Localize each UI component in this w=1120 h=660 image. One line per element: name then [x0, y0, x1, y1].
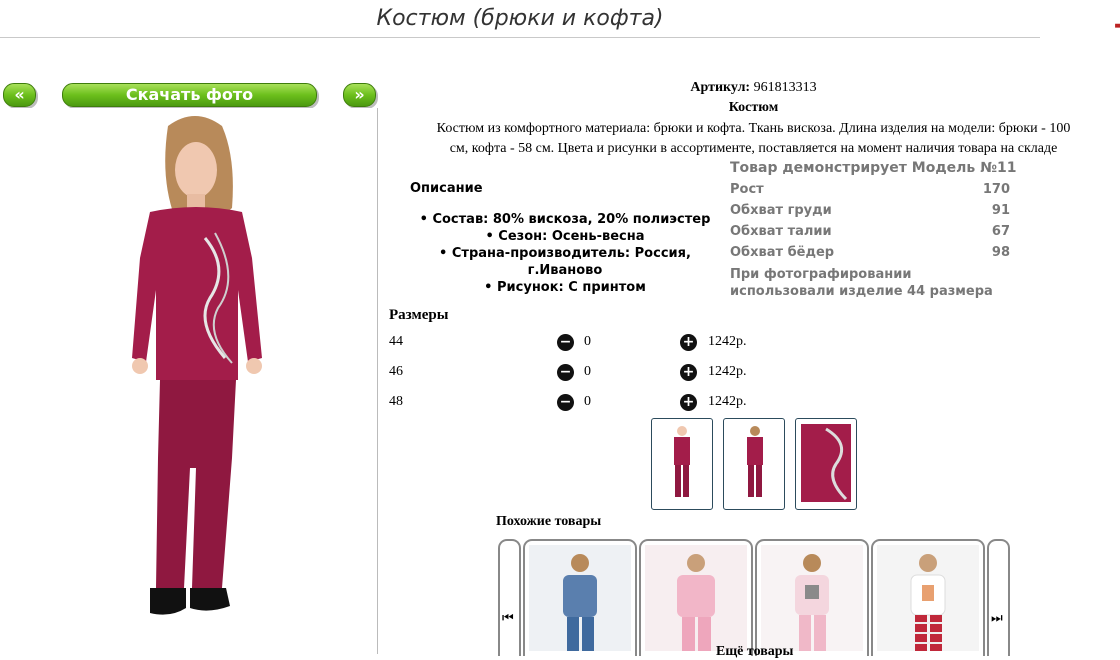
model-figure-image — [132, 116, 262, 615]
plus-icon[interactable]: + — [680, 394, 697, 411]
minus-icon[interactable]: − — [557, 334, 574, 351]
plus-icon[interactable]: + — [680, 334, 697, 351]
article-label: Артикул: — [690, 80, 751, 95]
similar-item[interactable] — [755, 539, 869, 656]
corner-icon[interactable]: ✚ — [1114, 14, 1120, 40]
page-title: Костюм (брюки и кофта) — [376, 6, 664, 31]
model-row-value: 67 — [991, 224, 1010, 239]
model-row: Обхват груди 91 — [730, 203, 1010, 218]
property-list: • Состав: 80% вискоза, 20% полиэстер • С… — [400, 211, 730, 296]
model-row-label: Обхват груди — [730, 203, 832, 218]
thumbnail-image — [747, 426, 763, 497]
carousel-next-button[interactable]: ⏭ — [987, 539, 1010, 656]
size-label: 48 — [389, 394, 403, 409]
similar-item-image — [761, 545, 863, 651]
model-row: Обхват талии 67 — [730, 224, 1010, 239]
model-row-label: Обхват бёдер — [730, 245, 835, 260]
download-photo-button[interactable]: Скачать фото — [62, 83, 317, 107]
minus-icon[interactable]: − — [557, 364, 574, 381]
plus-icon[interactable]: + — [680, 364, 697, 381]
thumbnail-side[interactable] — [723, 418, 785, 510]
skip-back-icon: ⏮ — [502, 611, 514, 626]
model-row-value: 170 — [982, 182, 1010, 197]
carousel-prev-button[interactable]: ⏮ — [498, 539, 521, 656]
model-row: Обхват бёдер 98 — [730, 245, 1010, 260]
thumbnail-image — [674, 426, 690, 497]
similar-item-image — [877, 545, 979, 651]
similar-item-image — [529, 545, 631, 651]
thumbnail-fabric[interactable] — [795, 418, 857, 510]
property-text: Рисунок: С принтом — [497, 280, 646, 295]
article-value: 961813313 — [753, 80, 817, 95]
price-value: 1242р. — [708, 364, 747, 379]
quantity-value: 0 — [584, 334, 591, 349]
thumbnail-image — [801, 424, 851, 502]
product-name: Костюм — [728, 100, 779, 115]
property-text: Страна-производитель: Россия, г.Иваново — [451, 246, 691, 278]
size-row: 44 − 0 + 1242р. — [389, 334, 789, 354]
skip-forward-icon: ⏭ — [991, 611, 1003, 626]
model-row: Рост 170 — [730, 182, 1010, 197]
prev-photo-button[interactable]: « — [3, 83, 36, 107]
size-label: 46 — [389, 364, 403, 379]
size-label: 44 — [389, 334, 403, 349]
similar-item[interactable] — [639, 539, 753, 656]
product-description-line2: см, кофта - 58 см. Цвета и рисунки в асс… — [449, 141, 1058, 156]
model-heading: Товар демонстрирует Модель №11 — [730, 160, 1017, 176]
size-row: 46 − 0 + 1242р. — [389, 364, 789, 384]
main-product-photo[interactable] — [0, 108, 378, 654]
model-row-label: Обхват талии — [730, 224, 832, 239]
size-row: 48 − 0 + 1242р. — [389, 394, 789, 414]
property-item: • Рисунок: С принтом — [484, 280, 646, 295]
article-line: Артикул: 961813313 — [386, 80, 1120, 96]
next-photo-button[interactable]: » — [343, 83, 376, 107]
similar-item[interactable] — [523, 539, 637, 656]
property-item: • Страна-производитель: Россия, г.Иванов… — [439, 246, 691, 278]
price-value: 1242р. — [708, 394, 747, 409]
similar-item-image — [645, 545, 747, 651]
property-text: Состав: 80% вискоза, 20% полиэстер — [432, 212, 711, 227]
model-row-value: 98 — [991, 245, 1010, 260]
property-item: • Состав: 80% вискоза, 20% полиэстер — [419, 212, 711, 227]
quantity-value: 0 — [584, 394, 591, 409]
sizes-heading: Размеры — [389, 307, 449, 323]
model-note: При фотографировании использовали издели… — [730, 267, 993, 299]
model-row-label: Рост — [730, 182, 764, 197]
model-row-value: 91 — [991, 203, 1010, 218]
similar-heading: Похожие товары — [496, 514, 602, 529]
title-divider — [0, 37, 1040, 38]
description-heading: Описание — [410, 181, 483, 196]
property-item: • Сезон: Осень-весна — [485, 229, 645, 244]
similar-item[interactable] — [871, 539, 985, 656]
product-description-line1: Костюм из комфортного материала: брюки и… — [436, 121, 1071, 136]
quantity-value: 0 — [584, 364, 591, 379]
minus-icon[interactable]: − — [557, 394, 574, 411]
price-value: 1242р. — [708, 334, 747, 349]
more-products-link[interactable]: Ещё товары — [716, 644, 794, 660]
property-text: Сезон: Осень-весна — [498, 229, 645, 244]
thumbnail-front[interactable] — [651, 418, 713, 510]
